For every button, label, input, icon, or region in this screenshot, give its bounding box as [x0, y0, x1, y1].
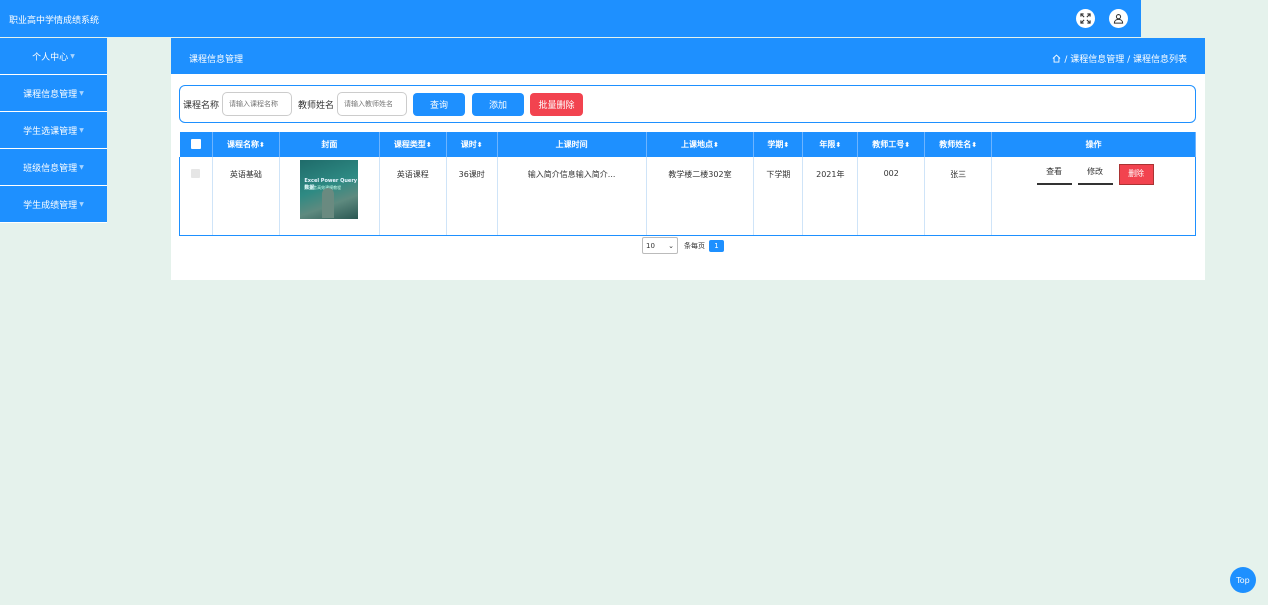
year-cell: 2021年: [802, 157, 859, 236]
sidebar-item-course-info[interactable]: 课程信息管理 ▼: [0, 75, 107, 112]
main-panel: 课程信息管理 / 课程信息管理 / 课程信息列表 课程名称 教师姓名 查询 添加…: [171, 38, 1205, 280]
course-table: 课程名称⬍ 封面 课程类型⬍ 课时⬍ 上课时间 上课地点⬍ 学期⬍ 年限⬍ 教师…: [179, 132, 1196, 236]
row-checkbox[interactable]: [191, 169, 201, 178]
add-button[interactable]: 添加: [472, 92, 525, 116]
chevron-down-icon: ⌄: [668, 241, 674, 250]
column-header[interactable]: 上课地点⬍: [646, 132, 755, 157]
sort-icon: ⬍: [904, 141, 911, 149]
top-header: 职业高中学情成绩系统: [0, 0, 1141, 37]
course-type-cell: 英语课程: [379, 157, 447, 236]
column-header: 上课时间: [497, 132, 647, 157]
chevron-down-icon: ▼: [70, 52, 75, 60]
column-header[interactable]: 学期⬍: [753, 132, 804, 157]
column-header[interactable]: 年限⬍: [802, 132, 859, 157]
column-header[interactable]: 教师工号⬍: [857, 132, 926, 157]
chevron-down-icon: ▼: [79, 163, 84, 171]
hours-cell: 36课时: [446, 157, 498, 236]
panel-header: 课程信息管理 / 课程信息管理 / 课程信息列表: [171, 38, 1205, 74]
page-number-button[interactable]: 1: [709, 239, 724, 252]
sidebar-item-grades[interactable]: 学生成绩管理 ▼: [0, 186, 107, 223]
teacher-name-input[interactable]: [337, 92, 408, 116]
cover-cell: Excel Power Query 数据 M 语言高效建模教程: [279, 157, 380, 236]
column-header: 操作: [991, 132, 1196, 157]
fullscreen-icon[interactable]: [1076, 9, 1095, 28]
sort-icon: ⬍: [425, 141, 432, 149]
pagination: 10 ⌄ 条每页 1: [642, 237, 724, 254]
sort-icon: ⬍: [783, 141, 790, 149]
table-row: 英语基础 Excel Power Query 数据 M 语言高效建模教程 英语课…: [179, 157, 1196, 236]
teacher-name-label: 教师姓名: [298, 100, 335, 111]
home-icon[interactable]: [1052, 54, 1061, 63]
user-icon[interactable]: [1109, 9, 1128, 28]
column-header[interactable]: 课程类型⬍: [379, 132, 447, 157]
query-button[interactable]: 查询: [413, 92, 466, 116]
search-bar: 课程名称 教师姓名 查询 添加 批量删除: [179, 85, 1196, 123]
sort-icon: ⬍: [258, 141, 265, 149]
select-all-checkbox[interactable]: [190, 138, 201, 149]
sidebar-item-label: 课程信息管理: [23, 89, 78, 100]
edit-button[interactable]: 修改: [1077, 164, 1113, 185]
teacher-id-cell: 002: [857, 157, 926, 236]
sort-icon: ⬍: [476, 141, 483, 149]
chevron-down-icon: ▼: [79, 200, 84, 208]
delete-button[interactable]: 删除: [1118, 164, 1154, 185]
breadcrumb-item: / 课程信息列表: [1127, 55, 1187, 65]
course-cover-image: Excel Power Query 数据 M 语言高效建模教程: [300, 160, 359, 219]
column-header[interactable]: 课时⬍: [446, 132, 498, 157]
per-page-label: 条每页: [684, 241, 705, 250]
sidebar-item-label: 学生成绩管理: [23, 200, 78, 211]
term-cell: 下学期: [753, 157, 804, 236]
column-header[interactable]: 教师姓名⬍: [924, 132, 993, 157]
time-cell: 输入简介信息输入简介...: [497, 157, 647, 236]
view-button[interactable]: 查看: [1036, 164, 1072, 185]
column-header[interactable]: 课程名称⬍: [212, 132, 280, 157]
column-header: 封面: [279, 132, 380, 157]
sidebar: 个人中心 ▼ 课程信息管理 ▼ 学生选课管理 ▼ 班级信息管理 ▼ 学生成绩管理 ▼: [0, 38, 107, 223]
batch-delete-button[interactable]: 批量删除: [530, 92, 584, 116]
course-name-input[interactable]: [222, 92, 293, 116]
sidebar-item-label: 班级信息管理: [23, 163, 78, 174]
breadcrumb-item[interactable]: / 课程信息管理: [1064, 52, 1124, 65]
course-name-cell: 英语基础: [212, 157, 280, 236]
chevron-down-icon: ▼: [79, 89, 84, 97]
sort-icon: ⬍: [835, 141, 842, 149]
page-size-select[interactable]: 10 ⌄: [642, 237, 678, 254]
table-header-row: 课程名称⬍ 封面 课程类型⬍ 课时⬍ 上课时间 上课地点⬍ 学期⬍ 年限⬍ 教师…: [179, 132, 1196, 157]
teacher-name-cell: 张三: [924, 157, 993, 236]
select-all-header: [179, 132, 213, 157]
sidebar-item-course-selection[interactable]: 学生选课管理 ▼: [0, 112, 107, 149]
sort-icon: ⬍: [971, 141, 978, 149]
chevron-down-icon: ▼: [79, 126, 84, 134]
page-title: 课程信息管理: [189, 55, 244, 65]
actions-cell: 查看 修改 删除: [991, 157, 1196, 236]
sidebar-item-label: 个人中心: [32, 52, 69, 63]
sort-icon: ⬍: [713, 141, 719, 149]
sidebar-item-class-info[interactable]: 班级信息管理 ▼: [0, 149, 107, 186]
sidebar-item-personal-center[interactable]: 个人中心 ▼: [0, 38, 107, 75]
course-name-label: 课程名称: [183, 100, 220, 111]
place-cell: 教学楼二楼302室: [646, 157, 755, 236]
back-to-top-button[interactable]: Top: [1230, 567, 1256, 593]
sidebar-item-label: 学生选课管理: [23, 126, 78, 137]
app-title: 职业高中学情成绩系统: [9, 16, 100, 26]
breadcrumb: / 课程信息管理 / 课程信息列表: [1052, 52, 1187, 65]
